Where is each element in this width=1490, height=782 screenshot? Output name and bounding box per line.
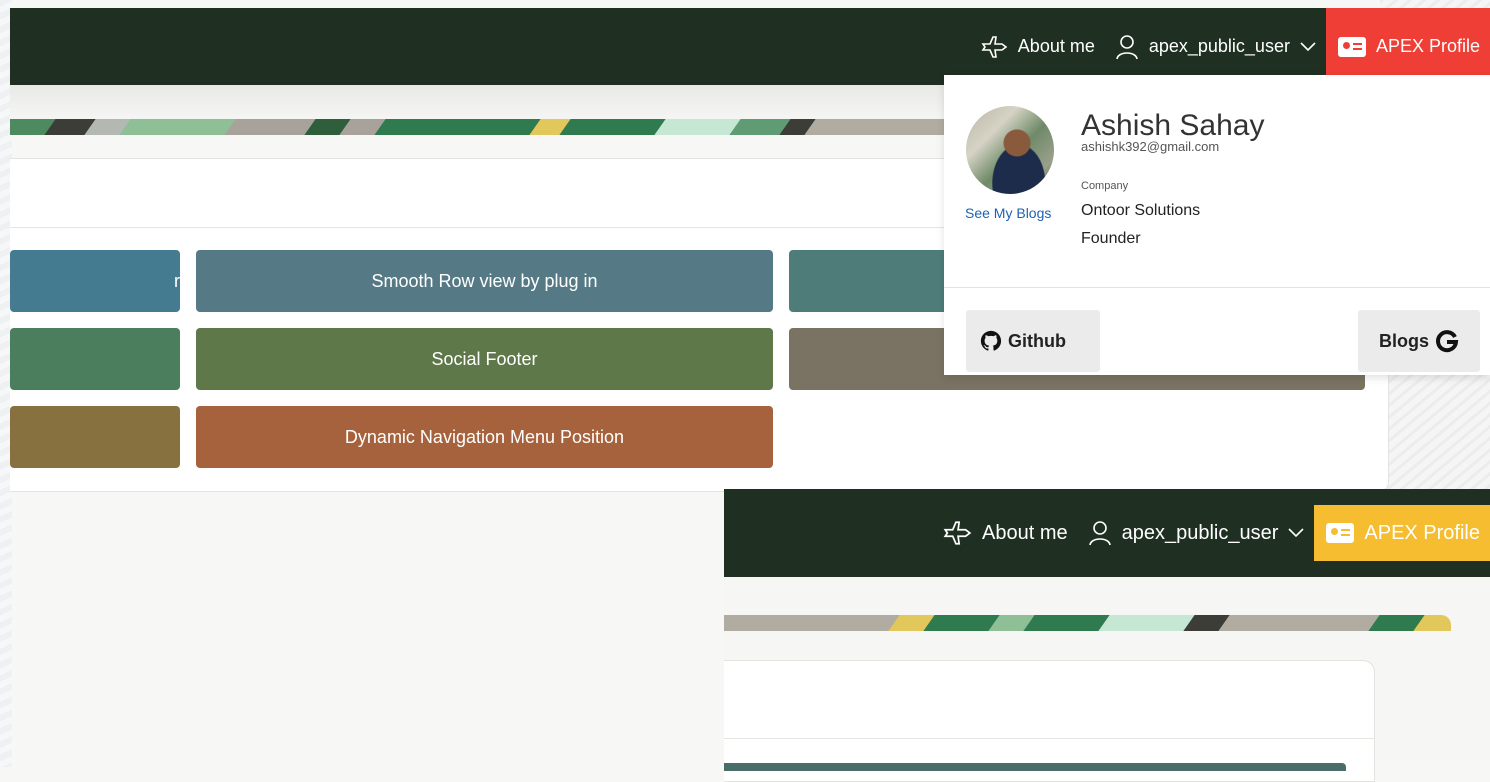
see-my-blogs-link[interactable]: See My Blogs <box>965 205 1051 221</box>
tile-social-footer[interactable]: Social Footer <box>196 328 773 390</box>
blogs-label: Blogs <box>1378 330 1429 351</box>
tile-partial-3[interactable] <box>789 250 949 312</box>
avatar <box>966 106 1054 194</box>
company-name: Ontoor Solutions <box>1081 202 1201 219</box>
decorative-banner-bottom <box>724 615 1451 631</box>
tile-dynamic-navigation-menu[interactable]: Dynamic Navigation Menu Position <box>196 406 773 468</box>
profile-role: Founder <box>1081 230 1141 247</box>
bottom-header: About me apex_public_user APEX Profile <box>724 489 1490 577</box>
user-icon <box>1088 521 1111 546</box>
apex-profile-label: APEX Profile <box>1375 36 1480 56</box>
profile-name: Ashish Sahay <box>1081 109 1265 142</box>
github-label: Github <box>1008 330 1066 351</box>
user-menu-toggle-bottom[interactable]: apex_public_user <box>1078 489 1315 577</box>
tile-partial-bottom[interactable] <box>724 763 1346 771</box>
chevron-down-icon <box>1300 41 1316 51</box>
apex-profile-label: APEX Profile <box>1364 521 1480 544</box>
tile-partial-1[interactable]: r <box>10 250 180 312</box>
blogs-button[interactable]: Blogs <box>1358 310 1480 372</box>
user-menu-toggle[interactable]: apex_public_user <box>1105 8 1326 85</box>
github-button[interactable]: Github <box>966 310 1100 372</box>
user-name-label: apex_public_user <box>1148 36 1290 56</box>
chevron-down-icon <box>1288 528 1304 538</box>
airplane-icon <box>981 35 1008 58</box>
about-me-link[interactable]: About me <box>970 8 1105 85</box>
user-profile-dropdown: See My Blogs Ashish Sahay ashishk392@gma… <box>944 75 1490 375</box>
apex-profile-button[interactable]: APEX Profile <box>1325 8 1490 85</box>
about-me-label: About me <box>1017 36 1095 56</box>
company-label: Company <box>1081 180 1129 192</box>
airplane-icon <box>943 521 972 545</box>
apex-profile-button-bottom[interactable]: APEX Profile <box>1314 505 1490 561</box>
id-card-icon <box>1326 523 1355 543</box>
region-divider-bottom <box>724 738 1374 739</box>
profile-email: ashishk392@gmail.com <box>1081 139 1220 154</box>
tile-smooth-row-view[interactable]: Smooth Row view by plug in <box>196 250 773 312</box>
decorative-banner <box>10 119 945 135</box>
google-g-icon <box>1436 330 1459 353</box>
tile-partial-7[interactable] <box>10 406 180 468</box>
top-header: About me apex_public_user APEX Profile <box>10 8 1490 85</box>
about-me-link-bottom[interactable]: About me <box>932 489 1078 577</box>
user-name-label: apex_public_user <box>1121 521 1279 544</box>
github-icon <box>980 330 1002 351</box>
id-card-icon <box>1337 36 1366 57</box>
tile-partial-4[interactable] <box>10 328 180 390</box>
dropdown-divider <box>944 287 1490 288</box>
user-icon <box>1116 34 1138 59</box>
about-me-label: About me <box>982 521 1068 544</box>
